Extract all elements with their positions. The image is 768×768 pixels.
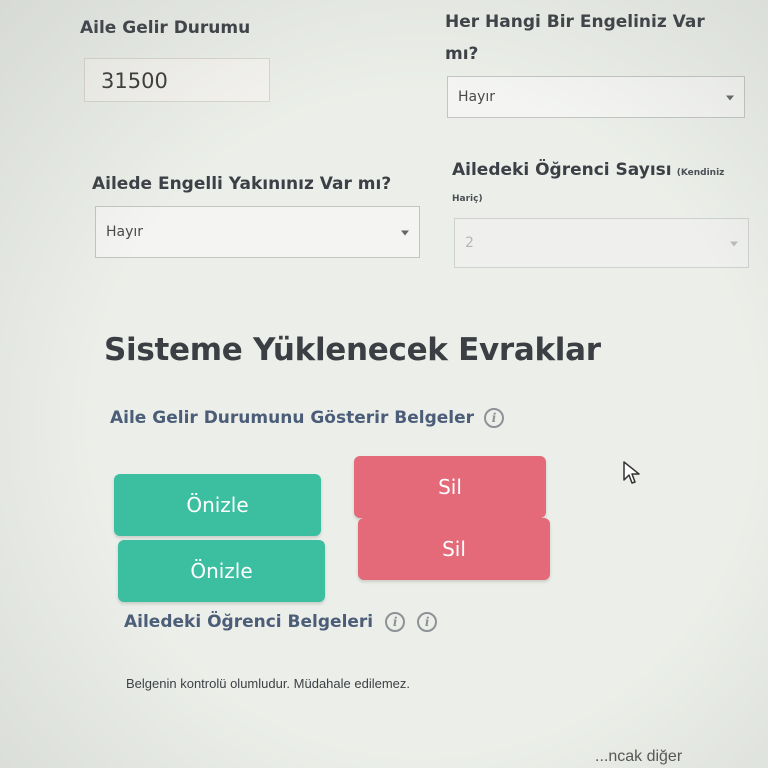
- document-status-text: Belgenin kontrolü olumludur. Müdahale ed…: [126, 676, 411, 691]
- info-icon[interactable]: i: [484, 408, 505, 428]
- disability-select-value: Hayır: [458, 89, 496, 105]
- delete-button-2[interactable]: Sil: [358, 518, 550, 580]
- info-icon[interactable]: i: [385, 612, 406, 632]
- income-docs-header: Aile Gelir Durumunu Gösterir Belgeler i: [110, 408, 505, 428]
- disability-label-line2: mı?: [445, 43, 479, 64]
- disability-label-line1: Her Hangi Bir Engeliniz Var: [445, 12, 705, 32]
- family-disabled-select[interactable]: Hayır: [95, 206, 420, 258]
- student-count-select[interactable]: 2: [454, 218, 749, 268]
- disability-select[interactable]: Hayır: [447, 76, 745, 118]
- chevron-down-icon: [726, 95, 734, 101]
- student-count-note-2: Hariç): [452, 193, 483, 204]
- info-icon[interactable]: i: [417, 612, 438, 632]
- preview-button-1[interactable]: Önizle: [114, 474, 321, 536]
- student-count-label-group: Ailedeki Öğrenci Sayısı (Kendiniz Hariç): [452, 158, 752, 204]
- income-input[interactable]: 31500: [84, 58, 270, 102]
- student-count-note: (Kendiniz: [676, 168, 725, 178]
- cut-off-text: ...ncak diğer: [595, 748, 683, 765]
- family-disabled-select-value: Hayır: [106, 224, 144, 240]
- chevron-down-icon: [730, 241, 738, 247]
- student-count-select-value: 2: [465, 235, 474, 251]
- student-count-label: Ailedeki Öğrenci Sayısı: [452, 160, 672, 180]
- chevron-down-icon: [401, 230, 409, 236]
- income-docs-label: Aile Gelir Durumunu Gösterir Belgeler: [110, 408, 475, 428]
- delete-button-1[interactable]: Sil: [354, 456, 546, 518]
- income-label: Aile Gelir Durumu: [80, 18, 251, 38]
- disability-label: Her Hangi Bir Engeliniz Var mı?: [445, 10, 705, 67]
- preview-button-2[interactable]: Önizle: [118, 540, 325, 602]
- mouse-pointer-icon: [623, 461, 640, 484]
- student-docs-header: Ailedeki Öğrenci Belgeleri i i: [124, 612, 438, 632]
- student-docs-label: Ailedeki Öğrenci Belgeleri: [124, 612, 374, 632]
- documents-section-title: Sisteme Yüklenecek Evraklar: [104, 332, 601, 368]
- family-disabled-label: Ailede Engelli Yakınınız Var mı?: [92, 174, 392, 194]
